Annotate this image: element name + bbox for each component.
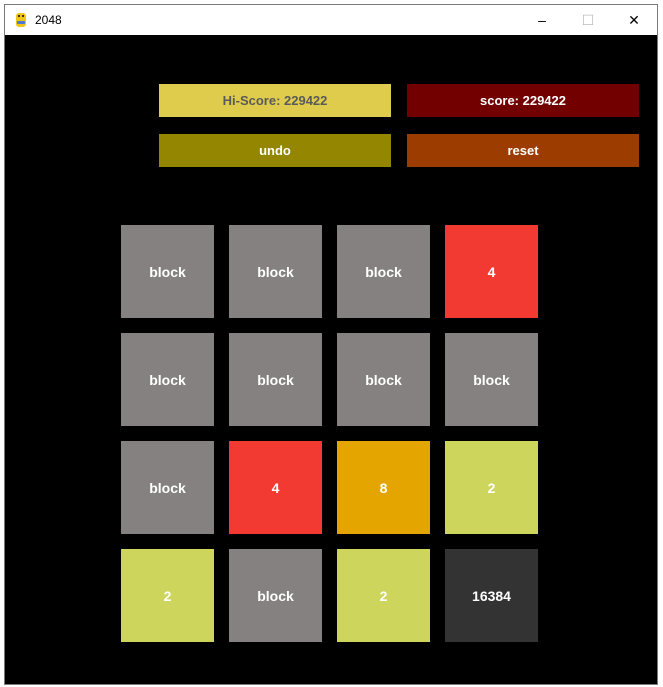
board-tile: 2 — [445, 441, 538, 534]
tile-value: block — [149, 371, 186, 388]
board-tile: 8 — [337, 441, 430, 534]
board-tile: block — [121, 333, 214, 426]
score-label: score: 229422 — [479, 93, 566, 108]
minimize-icon: – — [538, 12, 546, 28]
maximize-button[interactable]: ☐ — [565, 5, 611, 35]
minimize-button[interactable]: – — [519, 5, 565, 35]
maximize-icon: ☐ — [581, 11, 595, 28]
board-tile: block — [229, 225, 322, 318]
tile-value: 8 — [379, 479, 388, 496]
python-snake-icon — [16, 13, 26, 27]
tile-value: block — [149, 479, 186, 496]
tile-value: 2 — [487, 479, 496, 496]
board-tile: 4 — [229, 441, 322, 534]
board-tile: block — [121, 441, 214, 534]
title-bar[interactable]: 2048 – ☐ ✕ — [5, 5, 657, 35]
close-button[interactable]: ✕ — [611, 5, 657, 35]
tile-value: block — [365, 263, 402, 280]
reset-button[interactable]: reset — [407, 134, 639, 167]
board-tile: block — [337, 333, 430, 426]
board-tile: block — [445, 333, 538, 426]
board-tile: block — [337, 225, 430, 318]
undo-label: undo — [259, 143, 291, 158]
tile-value: 16384 — [472, 587, 511, 604]
close-icon: ✕ — [628, 11, 640, 28]
hi-score-label: Hi-Score: 229422 — [222, 93, 328, 108]
board-tile: block — [229, 549, 322, 642]
board-tile: block — [121, 225, 214, 318]
tile-value: 2 — [379, 587, 388, 604]
board-tile: block — [229, 333, 322, 426]
game-window: 2048 – ☐ ✕ Hi-Score: 229422 score: 22942… — [4, 4, 658, 685]
score-display: score: 229422 — [407, 84, 639, 117]
window-title: 2048 — [35, 13, 62, 27]
tile-value: block — [365, 371, 402, 388]
reset-label: reset — [507, 143, 539, 158]
tile-value: block — [257, 371, 294, 388]
tile-value: block — [473, 371, 510, 388]
game-canvas: Hi-Score: 229422 score: 229422 undo rese… — [5, 35, 657, 684]
board-tile: 4 — [445, 225, 538, 318]
tile-value: block — [257, 263, 294, 280]
hi-score-display: Hi-Score: 229422 — [159, 84, 391, 117]
board-tile: 2 — [121, 549, 214, 642]
tile-value: 2 — [163, 587, 172, 604]
board-tile: 16384 — [445, 549, 538, 642]
tile-value: block — [149, 263, 186, 280]
tile-value: 4 — [487, 263, 496, 280]
board-tile: 2 — [337, 549, 430, 642]
undo-button[interactable]: undo — [159, 134, 391, 167]
tile-value: 4 — [271, 479, 280, 496]
tile-value: block — [257, 587, 294, 604]
